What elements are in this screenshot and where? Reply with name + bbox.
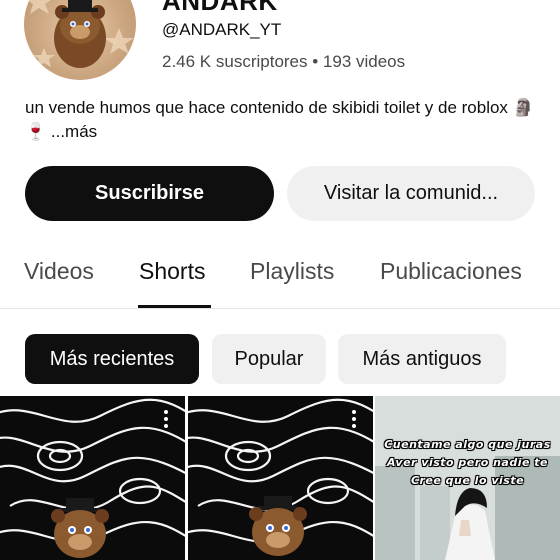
tab-playlists[interactable]: Playlists — [250, 258, 334, 285]
more-options-icon[interactable] — [351, 410, 357, 431]
channel-tabs: Videos Shorts Playlists Publicaciones — [0, 248, 560, 308]
description-text: un vende humos que hace contenido de ski… — [25, 98, 534, 141]
topographic-pattern — [188, 398, 373, 556]
visit-community-button[interactable]: Visitar la comunid... — [287, 166, 535, 221]
channel-title: ANDARK — [162, 0, 278, 16]
channel-description[interactable]: un vende humos que hace contenido de ski… — [25, 96, 545, 144]
short-thumbnail[interactable] — [188, 396, 373, 560]
channel-stats: 2.46 K suscriptores • 193 videos — [162, 52, 406, 71]
topographic-pattern — [0, 398, 185, 558]
tab-videos[interactable]: Videos — [24, 258, 94, 285]
tabs-divider — [0, 308, 560, 309]
filter-chip-recent[interactable]: Más recientes — [25, 334, 199, 384]
filter-chip-popular[interactable]: Popular — [212, 334, 326, 384]
short-overlay-line: Cuentame algo que juras — [384, 438, 551, 451]
tab-publicaciones[interactable]: Publicaciones — [380, 258, 522, 285]
tab-shorts[interactable]: Shorts — [139, 258, 205, 285]
short-thumbnail[interactable]: Cuentame algo que juras Aver visto pero … — [375, 396, 560, 560]
more-options-icon[interactable] — [163, 410, 169, 431]
channel-handle: @ANDARK_YT — [162, 20, 282, 39]
more-link[interactable]: ...más — [51, 122, 97, 141]
short-overlay-line: Cree que lo viste — [410, 474, 525, 487]
short-thumbnail[interactable] — [0, 396, 185, 560]
filter-chip-oldest[interactable]: Más antiguos — [338, 334, 506, 384]
subscribe-button[interactable]: Suscribirse — [25, 166, 274, 221]
short-overlay-line: Aver visto pero nadie te — [387, 456, 548, 469]
channel-avatar[interactable] — [24, 0, 136, 80]
